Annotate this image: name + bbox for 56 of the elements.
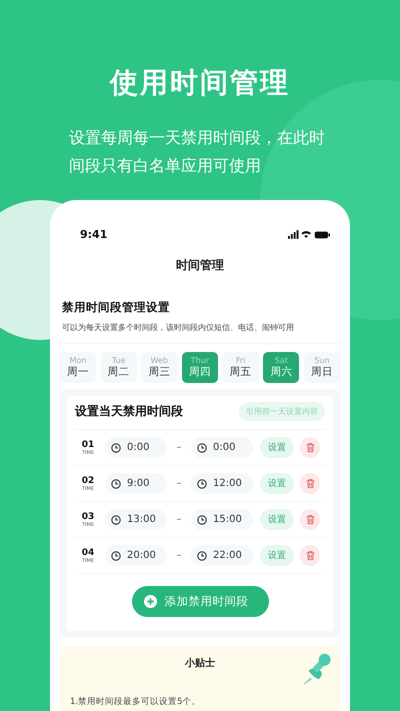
- start-time: 20:00: [127, 550, 156, 561]
- period-number: 02: [82, 476, 94, 486]
- end-time-field[interactable]: 22:00: [191, 545, 253, 566]
- start-time-field[interactable]: 9:00: [105, 473, 167, 494]
- end-time-field[interactable]: 12:00: [191, 473, 253, 494]
- trash-icon: [304, 514, 316, 525]
- tip-text: 1.禁用时间段最多可以设置5个。: [70, 696, 201, 708]
- trash-icon: [304, 442, 316, 453]
- plus-circle-icon: [144, 595, 156, 608]
- clock-icon: [111, 442, 121, 452]
- range-dash: –: [176, 478, 182, 489]
- clock-icon: [111, 478, 121, 488]
- nav-title: 时间管理: [176, 257, 224, 274]
- day-tab[interactable]: Web 周三: [141, 352, 178, 383]
- end-time: 22:00: [213, 550, 242, 561]
- clock-icon: [197, 514, 207, 524]
- headline: 使用时间管理: [110, 65, 290, 101]
- end-time-field[interactable]: 0:00: [191, 437, 253, 458]
- delete-button[interactable]: [300, 509, 320, 530]
- start-time: 9:00: [127, 478, 150, 489]
- period-number: 03: [82, 512, 94, 522]
- period-number: 04: [82, 548, 94, 558]
- delete-button[interactable]: [300, 545, 320, 566]
- end-time: 0:00: [213, 442, 236, 453]
- clock-icon: [111, 550, 121, 560]
- status-time: 9:41: [80, 228, 108, 241]
- range-dash: –: [176, 442, 182, 453]
- trash-icon: [304, 478, 316, 489]
- day-tab[interactable]: Tue 周二: [100, 352, 137, 383]
- end-time: 15:00: [213, 514, 242, 525]
- day-tab[interactable]: Mon 周一: [60, 352, 96, 383]
- clock-icon: [111, 514, 121, 524]
- start-time-field[interactable]: 0:00: [105, 437, 167, 458]
- start-time-field[interactable]: 20:00: [105, 545, 167, 566]
- delete-button[interactable]: [300, 437, 320, 458]
- period-number: 01: [82, 440, 94, 450]
- subtitle: 设置每周每一天禁用时间段，在此时间段只有白名单应用可使用: [69, 127, 326, 177]
- start-time-field[interactable]: 13:00: [105, 509, 167, 530]
- panel-title: 设置当天禁用时间段: [75, 403, 183, 420]
- range-dash: –: [176, 550, 182, 561]
- clock-icon: [197, 442, 207, 452]
- delete-button[interactable]: [300, 473, 320, 494]
- section-description: 可以为每天设置多个时间段，该时间段内仅短信、电话、闹钟可用: [62, 322, 294, 333]
- end-time-field[interactable]: 15:00: [191, 509, 253, 530]
- clock-icon: [197, 550, 207, 560]
- trash-icon: [304, 550, 316, 561]
- section-title: 禁用时间段管理设置: [62, 300, 170, 315]
- day-tab[interactable]: Fri 周五: [222, 352, 259, 383]
- start-time: 0:00: [127, 442, 150, 453]
- start-time: 13:00: [127, 514, 156, 525]
- end-time: 12:00: [213, 478, 242, 489]
- tips-title: 小贴士: [185, 656, 215, 670]
- range-dash: –: [176, 514, 182, 525]
- day-tab[interactable]: Sun 周日: [304, 352, 340, 383]
- status-icons: [288, 230, 330, 240]
- clock-icon: [197, 478, 207, 488]
